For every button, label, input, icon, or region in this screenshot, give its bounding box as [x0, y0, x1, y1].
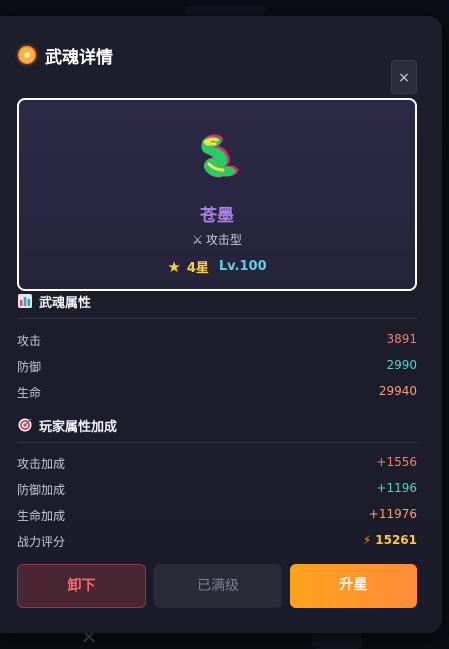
stat-value: 3891 [386, 332, 417, 346]
stat-row-defense: 防御 2990 [17, 358, 417, 376]
stat-row-health: 生命 29940 [17, 384, 417, 402]
hero-rank: ★ 4星 Lv.100 [19, 257, 415, 277]
star-up-button[interactable]: 升星 [290, 564, 417, 608]
max-level-button[interactable]: 已满级 [154, 564, 282, 608]
stat-value: 2990 [386, 358, 417, 372]
power-score: ⚡ 15261 [363, 533, 417, 547]
hero-stars: 4星 [186, 261, 209, 276]
hero-name: 苍墨 [200, 206, 234, 226]
target-icon [18, 418, 32, 432]
stat-value: 29940 [378, 384, 417, 398]
stat-value: +11976 [368, 507, 417, 521]
stat-label: 防御加成 [17, 483, 66, 497]
power-score-value: 15261 [375, 533, 417, 547]
spirit-stats-heading: 武魂属性 [18, 292, 92, 311]
lightning-icon: ⚡ [362, 533, 372, 547]
bonus-row-health: 生命加成 +11976 [17, 507, 417, 525]
hero-type-label: 攻击型 [205, 233, 242, 247]
hero-card: 苍墨 ⚔ 攻击型 ★ 4星 Lv.100 [17, 98, 417, 291]
divider [17, 442, 417, 443]
close-button[interactable]: × [391, 60, 417, 94]
divider [17, 318, 417, 319]
modal-header: 武魂详情 [18, 43, 113, 68]
spirit-detail-modal: 武魂详情 × 苍墨 ⚔ 攻击型 ★ 4星 Lv.100 武魂属性 攻击 3891… [0, 16, 442, 633]
bonus-row-attack: 攻击加成 +1556 [17, 455, 417, 473]
bonus-row-power: 战力评分 ⚡ 15261 [17, 533, 417, 551]
stat-label: 生命加成 [17, 509, 66, 523]
stat-value: +1556 [376, 455, 417, 469]
background-header-ghost [185, 6, 265, 16]
hero-type: ⚔ 攻击型 [19, 231, 415, 248]
dragon-icon [201, 134, 239, 178]
crossed-swords-icon: ⚔ [192, 233, 203, 247]
bonus-row-defense: 防御加成 +1196 [17, 481, 417, 499]
stat-label: 攻击加成 [17, 457, 66, 471]
modal-title: 武魂详情 [45, 47, 113, 68]
sun-flower-icon [18, 46, 36, 64]
player-bonus-title: 玩家属性加成 [39, 419, 118, 435]
stat-value: +1196 [376, 481, 417, 495]
player-bonus-heading: 玩家属性加成 [18, 416, 118, 435]
stat-label: 战力评分 [17, 535, 66, 549]
spirit-stats-title: 武魂属性 [39, 295, 92, 311]
hero-level: Lv.100 [218, 259, 267, 274]
stat-label: 攻击 [17, 334, 42, 348]
stat-label: 生命 [17, 386, 42, 400]
stat-row-attack: 攻击 3891 [17, 332, 417, 350]
star-icon: ★ [167, 257, 181, 276]
unequip-button[interactable]: 卸下 [17, 564, 146, 608]
stat-label: 防御 [17, 360, 42, 374]
close-icon: × [398, 70, 410, 86]
bar-chart-icon [18, 294, 32, 308]
